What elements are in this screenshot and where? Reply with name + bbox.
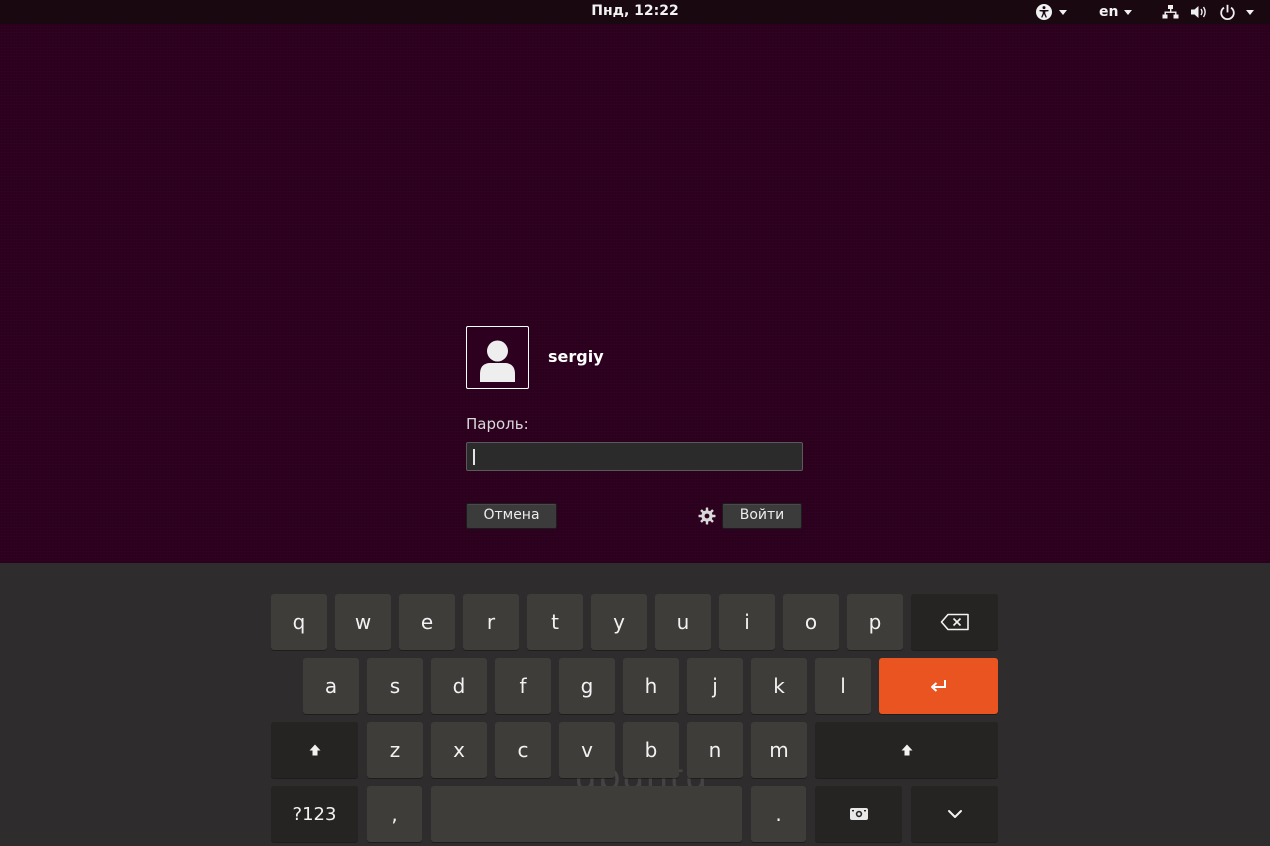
key-z[interactable]: z [367, 722, 423, 778]
key-r[interactable]: r [463, 594, 519, 650]
username-label: sergiy [548, 347, 604, 366]
accessibility-icon [1036, 4, 1052, 20]
volume-menu[interactable] [1190, 0, 1208, 24]
emoji-key[interactable] [815, 786, 902, 842]
key-x[interactable]: x [431, 722, 487, 778]
emoji-icon [849, 808, 868, 820]
key-k[interactable]: k [751, 658, 807, 714]
key-d[interactable]: d [431, 658, 487, 714]
language-menu[interactable]: en [1099, 0, 1133, 24]
power-menu[interactable] [1219, 0, 1254, 24]
chevron-down-icon [947, 810, 962, 818]
gear-icon[interactable] [698, 507, 716, 525]
shift-key-left[interactable] [271, 722, 358, 778]
hide-keyboard-key[interactable] [911, 786, 998, 842]
key-v[interactable]: v [559, 722, 615, 778]
enter-icon [930, 680, 946, 692]
space-key[interactable] [431, 786, 742, 842]
shift-key-right[interactable] [815, 722, 998, 778]
key-comma[interactable]: , [367, 786, 422, 842]
shift-icon [901, 744, 912, 756]
key-w[interactable]: w [335, 594, 391, 650]
user-icon [480, 340, 515, 382]
network-icon [1162, 5, 1179, 19]
accessibility-menu[interactable] [1035, 0, 1067, 24]
key-h[interactable]: h [623, 658, 679, 714]
numbers-key[interactable]: ?123 [271, 786, 358, 842]
key-p[interactable]: p [847, 594, 903, 650]
key-s[interactable]: s [367, 658, 423, 714]
key-o[interactable]: o [783, 594, 839, 650]
backspace-icon [940, 613, 969, 631]
language-indicator: en [1099, 4, 1119, 20]
key-j[interactable]: j [687, 658, 743, 714]
key-a[interactable]: a [303, 658, 359, 714]
key-y[interactable]: y [591, 594, 647, 650]
enter-key[interactable] [879, 658, 998, 714]
top-panel: Пнд, 12:22 en [0, 0, 1270, 24]
key-i[interactable]: i [719, 594, 775, 650]
text-cursor [473, 449, 475, 465]
key-q[interactable]: q [271, 594, 327, 650]
password-label: Пароль: [466, 415, 529, 433]
login-button[interactable]: Войти [722, 503, 802, 529]
cancel-button[interactable]: Отмена [466, 503, 557, 529]
password-input[interactable] [466, 442, 803, 471]
key-b[interactable]: b [623, 722, 679, 778]
chevron-down-icon [1059, 9, 1067, 15]
key-g[interactable]: g [559, 658, 615, 714]
volume-icon [1191, 6, 1206, 18]
key-f[interactable]: f [495, 658, 551, 714]
key-c[interactable]: c [495, 722, 551, 778]
key-e[interactable]: e [399, 594, 455, 650]
backspace-key[interactable] [911, 594, 998, 650]
network-menu[interactable] [1162, 0, 1179, 24]
user-avatar[interactable] [466, 326, 529, 389]
key-m[interactable]: m [751, 722, 807, 778]
key-u[interactable]: u [655, 594, 711, 650]
chevron-down-icon [1124, 9, 1133, 15]
power-icon [1220, 4, 1235, 20]
shift-icon [309, 744, 320, 756]
clock[interactable]: Пнд, 12:22 [0, 0, 1270, 24]
key-period[interactable]: . [751, 786, 806, 842]
key-t[interactable]: t [527, 594, 583, 650]
key-l[interactable]: l [815, 658, 871, 714]
chevron-down-icon [1246, 9, 1254, 15]
key-n[interactable]: n [687, 722, 743, 778]
